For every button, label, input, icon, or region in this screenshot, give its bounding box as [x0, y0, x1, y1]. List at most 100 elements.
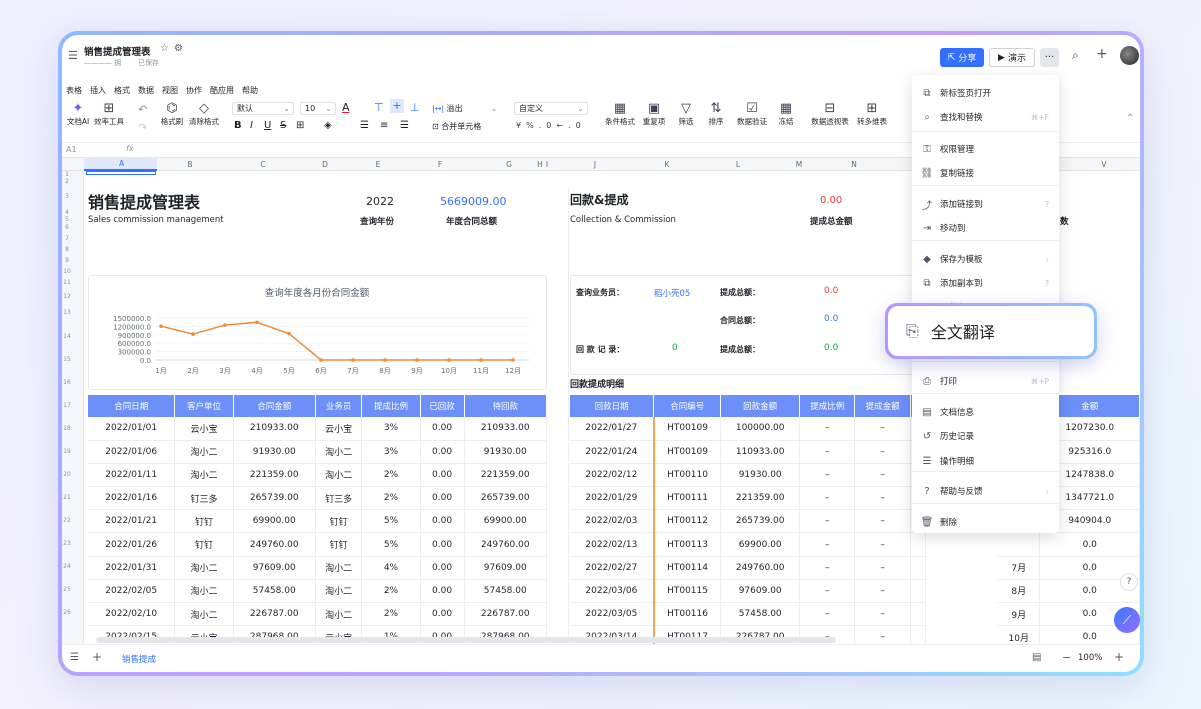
column-header-cell[interactable]: 提成金额 [854, 395, 911, 417]
row-17[interactable]: 17 [62, 402, 72, 409]
row-12[interactable]: 12 [62, 293, 72, 300]
table-cell[interactable]: 10月 [998, 625, 1041, 644]
table-cell[interactable]: 0.00 [420, 556, 465, 580]
number-format-select[interactable]: 自定义 ⌄ [514, 102, 588, 115]
font-size-select[interactable]: 10 ⌄ [300, 102, 336, 115]
table-cell[interactable]: – [854, 625, 911, 644]
table-cell[interactable]: 2% [361, 486, 421, 511]
table-cell[interactable]: 110933.00 [720, 440, 801, 464]
table-cell[interactable]: 69900.00 [233, 509, 316, 534]
align-right-icon[interactable]: ☰ [400, 120, 409, 131]
table-cell[interactable]: – [854, 509, 911, 534]
table-cell[interactable]: – [799, 486, 856, 511]
sort-button[interactable]: ⇅ 排序 [704, 101, 728, 127]
table-cell[interactable]: 0.00 [420, 509, 465, 534]
table-cell[interactable]: 0.00 [420, 602, 465, 627]
table-cell[interactable]: 淘小二 [315, 602, 363, 627]
table-cell[interactable]: 210933.00 [233, 417, 316, 441]
multi-table-button[interactable]: ⊞ 转多维表 [854, 101, 890, 127]
align-middle-icon[interactable]: + [390, 99, 404, 113]
table-cell[interactable]: 57458.00 [720, 602, 801, 627]
row-14[interactable]: 14 [62, 333, 72, 340]
table-cell[interactable]: – [854, 556, 911, 580]
menu-item-10[interactable]: ▤ 文档信息 [912, 400, 1059, 424]
row-5[interactable]: 5 [62, 216, 72, 223]
table-cell[interactable]: 57458.00 [233, 579, 316, 604]
menu-item-6[interactable]: ◆ 保存为模板 › [912, 247, 1059, 271]
year-value[interactable]: 2022 [366, 195, 394, 208]
dedupe-button[interactable]: ▣ 重复项 [640, 101, 668, 127]
table-cell[interactable]: 226787.00 [233, 602, 316, 627]
table-cell[interactable]: – [799, 602, 856, 627]
align-top-icon[interactable]: ⊤ [374, 101, 384, 114]
table-cell[interactable]: HT00109 [652, 440, 722, 464]
table-cell[interactable]: 淘小二 [315, 556, 363, 580]
table-cell[interactable]: 0.00 [420, 532, 465, 557]
col-I[interactable]: I [546, 160, 548, 169]
row-16[interactable]: 16 [62, 379, 72, 386]
doc-title[interactable]: 销售提成管理表 [84, 44, 151, 58]
menu-3[interactable]: 数据 [138, 85, 154, 96]
row-22[interactable]: 22 [62, 517, 72, 524]
col-F[interactable]: F [438, 160, 442, 169]
table-cell[interactable]: 钉三多 [315, 486, 363, 511]
table-cell[interactable]: 2022/01/01 [88, 417, 176, 441]
number-format-icons[interactable]: ¥%.0←.0 [516, 121, 586, 130]
bold-icon[interactable]: B [234, 120, 242, 131]
translate-menu-item[interactable]: ⎘ 全文翻译 [885, 303, 1097, 359]
table-cell[interactable]: 2022/02/10 [88, 602, 176, 627]
menu-7[interactable]: 帮助 [242, 85, 258, 96]
col-B[interactable]: B [187, 160, 192, 169]
table-cell[interactable]: – [854, 440, 911, 464]
table-cell[interactable]: HT00116 [652, 602, 722, 627]
selected-cell[interactable] [86, 171, 156, 175]
help-icon[interactable]: ? [1120, 573, 1138, 591]
menu-item-7[interactable]: ⧉ 添加副本到? [912, 271, 1059, 295]
menu-2[interactable]: 格式 [114, 85, 130, 96]
table-cell[interactable]: 221359.00 [464, 463, 548, 488]
merge-cells-button[interactable]: ⊡ 合并单元格 [432, 121, 481, 132]
column-header-cell[interactable]: 提成比例 [361, 395, 421, 417]
col-E[interactable]: E [376, 160, 381, 169]
table-cell[interactable]: 钉钉 [315, 509, 363, 534]
table-cell[interactable]: HT00110 [652, 463, 722, 488]
filter-button[interactable]: ▽ 筛选 [674, 101, 698, 127]
add-icon[interactable]: + [1096, 46, 1108, 62]
pivot-button[interactable]: ⊟ 数据透视表 [808, 101, 852, 127]
avatar[interactable] [1120, 46, 1139, 65]
table-cell[interactable]: HT00111 [652, 486, 722, 511]
row-3[interactable]: 3 [62, 193, 72, 200]
menu-item-9[interactable]: ⎙ 打印 ⌘+P [912, 369, 1059, 393]
table-cell[interactable]: HT00113 [652, 532, 722, 557]
format-painter-button[interactable]: ⌬ 格式刷 [158, 101, 186, 127]
ai-button[interactable]: ✦ 文档AI [66, 101, 90, 127]
table-cell[interactable]: 2% [361, 463, 421, 488]
menu-item-2[interactable]: ⚿ 权限管理 [912, 137, 1059, 161]
table-cell[interactable]: 2022/02/27 [570, 556, 655, 580]
zoom-out-icon[interactable]: − [1062, 651, 1071, 664]
table-cell[interactable]: – [854, 602, 911, 627]
table-cell[interactable]: – [799, 509, 856, 534]
table-cell[interactable]: 淘小二 [315, 579, 363, 604]
table-cell[interactable]: 2022/02/03 [570, 509, 655, 534]
present-button[interactable]: ▶ 演示 [989, 48, 1035, 67]
column-header-cell[interactable]: 回款日期 [570, 395, 655, 417]
table-cell[interactable]: 265739.00 [720, 509, 801, 534]
table-cell[interactable] [910, 625, 927, 644]
menu-item-5[interactable]: ⇥ 移动到 [912, 216, 1059, 240]
menu-4[interactable]: 视图 [162, 85, 178, 96]
layout-icon[interactable]: ▤ [1032, 652, 1041, 663]
table-cell[interactable]: HT00115 [652, 579, 722, 604]
row-2[interactable]: 2 [62, 178, 72, 185]
row-24[interactable]: 24 [62, 563, 72, 570]
table-cell[interactable]: – [799, 440, 856, 464]
col-N[interactable]: N [851, 160, 857, 169]
table-cell[interactable]: 7月 [998, 556, 1041, 580]
freeze-button[interactable]: ▦ 冻结 [774, 101, 798, 127]
ai-assistant-icon[interactable]: ⟋ [1114, 607, 1140, 633]
table-cell[interactable]: 69900.00 [464, 509, 548, 534]
row-7[interactable]: 7 [62, 235, 72, 242]
menu-item-4[interactable]: ⤴ 添加链接到? [912, 192, 1059, 216]
table-cell[interactable]: – [799, 463, 856, 488]
horizontal-scrollbar[interactable] [96, 637, 836, 643]
